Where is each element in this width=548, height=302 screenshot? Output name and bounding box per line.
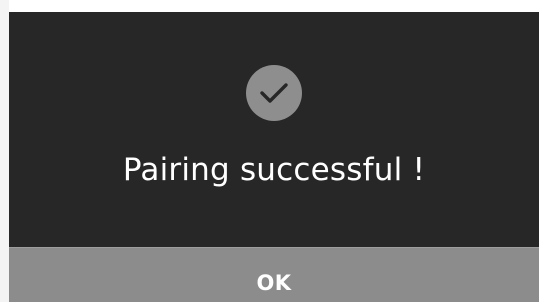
ok-button[interactable]: OK bbox=[9, 247, 539, 302]
screen: Pairing successful ! OK bbox=[0, 0, 548, 302]
checkmark-icon bbox=[246, 65, 302, 121]
dialog-message: Pairing successful ! bbox=[122, 152, 426, 188]
ok-button-label: OK bbox=[256, 270, 292, 295]
checkmark-glyph bbox=[260, 83, 288, 103]
background-top bbox=[0, 0, 548, 12]
background-right bbox=[539, 0, 548, 302]
background-left bbox=[0, 0, 9, 302]
pairing-success-dialog: Pairing successful ! OK bbox=[9, 12, 539, 302]
